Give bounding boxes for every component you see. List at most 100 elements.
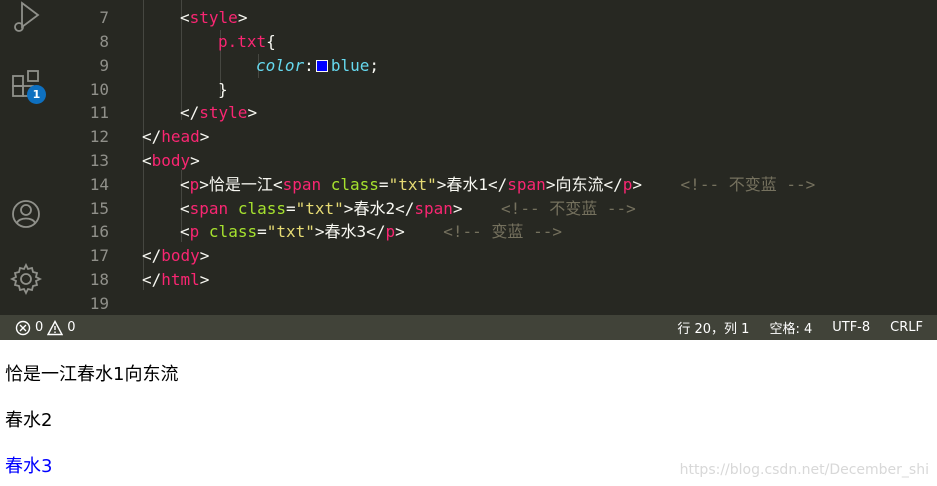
code-token: > — [452, 199, 463, 218]
code-line[interactable]: 19 — [52, 292, 937, 315]
code-line[interactable]: 17 </body> — [52, 244, 937, 268]
code-token: 春水1 — [446, 175, 489, 194]
code-line[interactable]: 7 <style> — [52, 6, 937, 30]
code-token: style — [189, 8, 238, 27]
code-token: </ — [142, 127, 162, 146]
code-token: { — [266, 32, 276, 51]
code-token: p — [189, 222, 200, 241]
code-token: </ — [142, 246, 162, 265]
code-editor[interactable]: 1 7 <style> 8 p.txt{9 color: blue; 10} 11 </styl… — [0, 0, 937, 315]
code-token: < — [180, 199, 190, 218]
run-debug-icon[interactable] — [9, 0, 43, 34]
code-line[interactable]: 12 </head> — [52, 125, 937, 149]
code-token: = — [257, 222, 267, 241]
encoding-setting[interactable]: UTF-8 — [832, 320, 870, 335]
code-text: color: blue; — [256, 54, 379, 78]
code-token: > — [190, 151, 200, 170]
code-area[interactable]: 7 <style> 8 p.txt{9 color: blue; 10} 11 </style>… — [52, 0, 937, 315]
line-number: 19 — [89, 294, 109, 313]
line-number: 18 — [89, 270, 109, 289]
code-token: <!-- 不变蓝 --> — [501, 199, 636, 218]
code-token: < — [272, 175, 283, 194]
code-token: class — [237, 199, 286, 218]
code-token: class — [330, 175, 379, 194]
status-bar: 0 0 行 20，列 1 空格: 4 UTF-8 CRLF — [0, 315, 937, 340]
code-token: span — [189, 199, 229, 218]
code-token: } — [218, 80, 228, 99]
color-swatch[interactable] — [315, 60, 328, 72]
code-text: <body> — [142, 149, 200, 173]
code-token: body — [161, 246, 200, 265]
code-token: < — [142, 151, 152, 170]
line-number: 13 — [89, 151, 109, 170]
cursor-position[interactable]: 行 20，列 1 — [677, 318, 749, 337]
code-line[interactable]: 15 <span class="txt">春水2</span> <!-- 不变蓝 … — [52, 197, 937, 221]
code-token: > — [436, 175, 447, 194]
indentation-setting[interactable]: 空格: 4 — [769, 318, 812, 337]
line-number: 17 — [89, 246, 109, 265]
code-token: </ — [180, 103, 200, 122]
code-token: span — [282, 175, 322, 194]
code-token: > — [343, 199, 354, 218]
code-line[interactable]: 10} — [52, 78, 937, 102]
account-icon[interactable] — [9, 197, 43, 231]
code-text: <p>恰是一江<span class="txt">春水1</span>向东流</… — [180, 173, 815, 197]
code-token: </ — [142, 270, 162, 289]
code-token: > — [237, 8, 248, 27]
code-token: <!-- 不变蓝 --> — [680, 175, 816, 194]
code-line[interactable]: 14 <p>恰是一江<span class="txt">春水1</span>向东流… — [52, 173, 937, 197]
code-token: <!-- 变蓝 --> — [443, 222, 562, 241]
activity-bar: 1 — [0, 0, 52, 315]
code-line[interactable]: 18 </html> — [52, 268, 937, 292]
code-line[interactable]: 8 p.txt{ — [52, 30, 937, 54]
code-token: span — [507, 175, 546, 194]
code-token: p — [622, 175, 633, 194]
watermark: https://blog.csdn.net/December_shi — [679, 462, 929, 478]
code-text: } — [218, 78, 228, 102]
browser-preview: 恰是一江春水1向东流 春水2 春水3 https://blog.csdn.net… — [0, 340, 937, 486]
warning-count: 0 — [67, 320, 76, 335]
line-number: 15 — [89, 199, 109, 218]
line-number: 10 — [89, 80, 109, 99]
code-text: </body> — [142, 244, 209, 268]
problems-indicator[interactable]: 0 0 — [15, 315, 76, 340]
gear-icon[interactable] — [9, 262, 43, 296]
code-token: ; — [369, 56, 379, 75]
code-text: <p class="txt">春水3</p> <!-- 变蓝 --> — [180, 220, 562, 244]
code-token: p.txt — [218, 32, 267, 51]
code-token: < — [180, 8, 190, 27]
code-token: head — [161, 127, 200, 146]
error-icon — [15, 320, 31, 335]
preview-paragraph-1: 恰是一江春水1向东流 — [5, 364, 179, 385]
code-line[interactable]: 16 <p class="txt">春水3</p> <!-- 变蓝 --> — [52, 220, 937, 244]
code-token: 春水3 — [324, 222, 367, 241]
line-number: 9 — [99, 56, 109, 75]
line-number: 11 — [89, 103, 109, 122]
code-token: </ — [395, 199, 415, 218]
code-line[interactable]: 13 <body> — [52, 149, 937, 173]
code-line[interactable]: 9 color: blue; — [52, 54, 937, 78]
code-token: color — [256, 56, 305, 75]
error-count: 0 — [35, 320, 44, 335]
code-token: > — [395, 222, 405, 241]
code-line[interactable]: 11 </style> — [52, 101, 937, 125]
code-text: <style> — [180, 6, 247, 30]
preview-paragraph-3: 春水3 — [5, 456, 53, 477]
line-number: 8 — [99, 32, 109, 51]
code-text: </head> — [142, 125, 209, 149]
code-token: : — [304, 56, 314, 75]
code-token: > — [545, 175, 556, 194]
eol-setting[interactable]: CRLF — [890, 320, 923, 335]
line-number: 16 — [89, 222, 109, 241]
line-number: 14 — [89, 175, 109, 194]
code-token: </ — [366, 222, 386, 241]
code-token: > — [199, 246, 210, 265]
code-token: < — [180, 222, 190, 241]
code-token: 向东流 — [555, 175, 604, 194]
code-text: </html> — [142, 268, 209, 292]
code-token: "txt" — [388, 175, 437, 194]
